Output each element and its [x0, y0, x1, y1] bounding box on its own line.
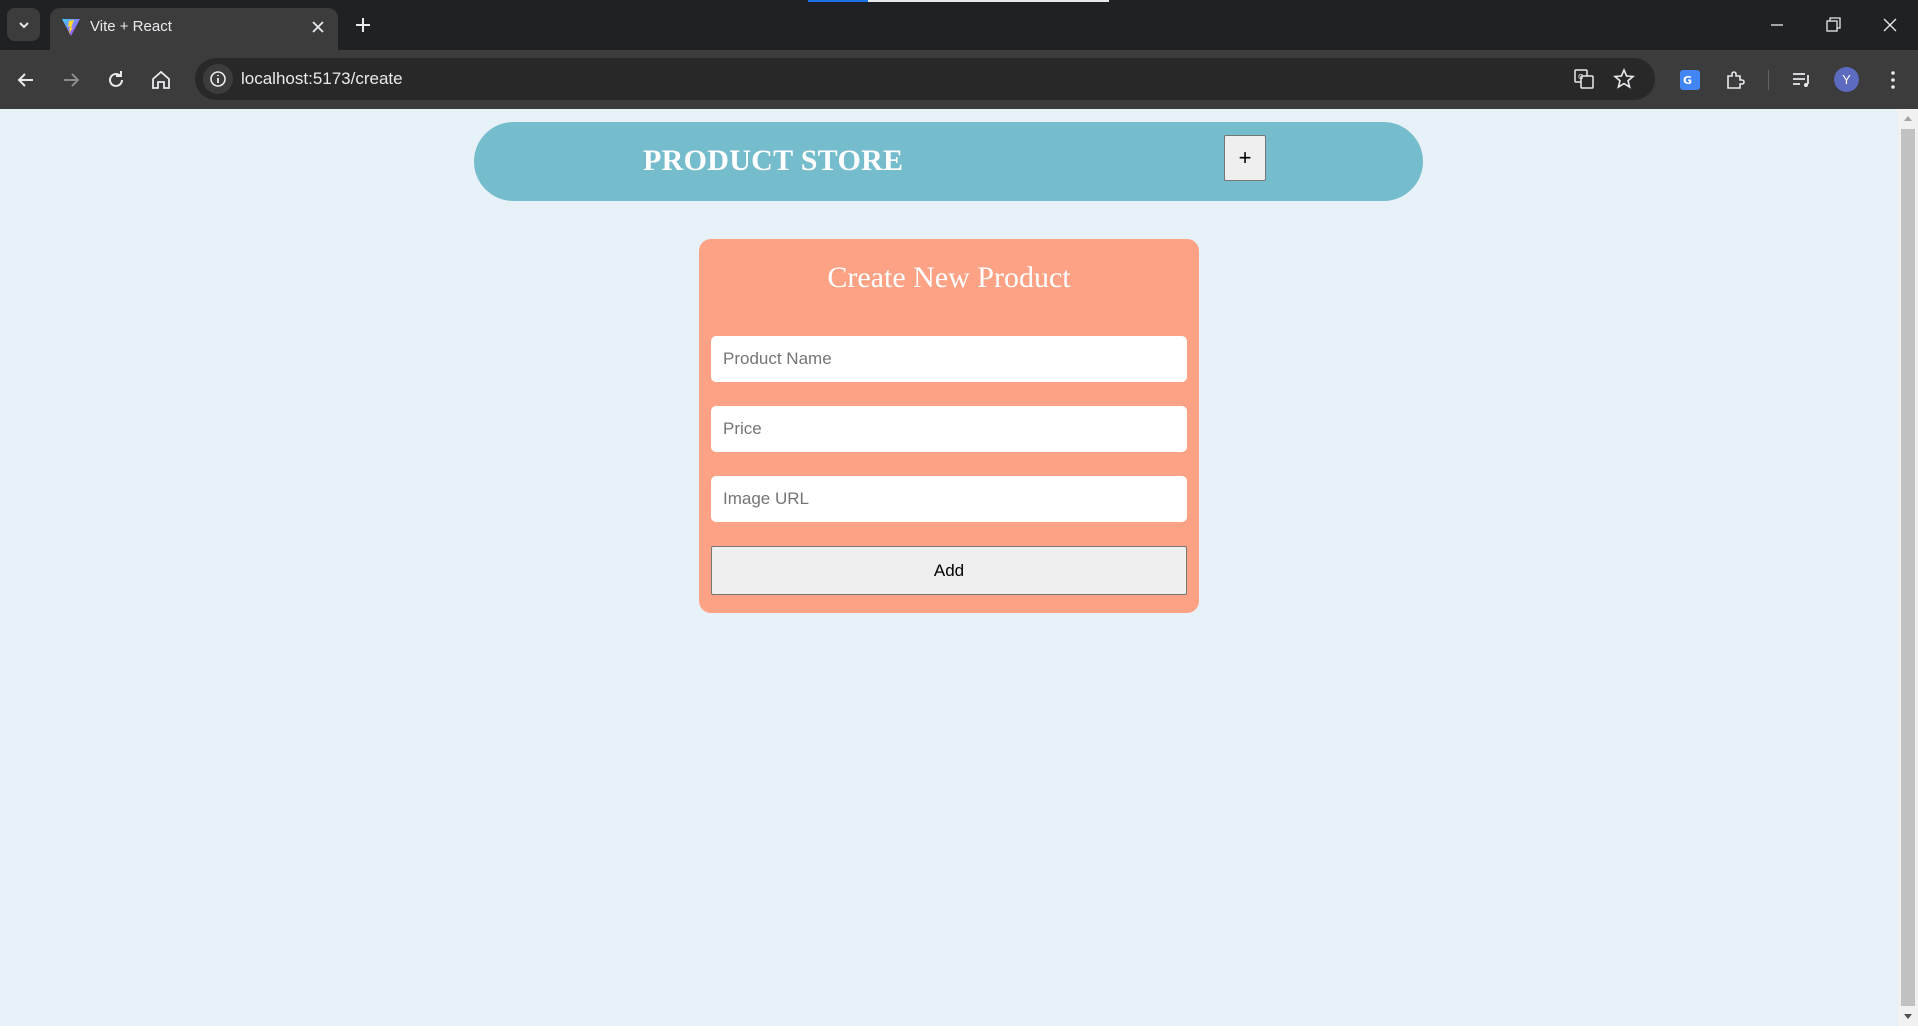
image-url-input[interactable]	[711, 476, 1187, 522]
loading-indicator	[808, 0, 868, 2]
svg-text:G: G	[1683, 74, 1692, 87]
navbar: PRODUCT STORE +	[474, 122, 1423, 201]
create-product-form: Create New Product Add	[699, 239, 1199, 613]
new-tab-icon[interactable]	[352, 14, 374, 36]
close-window-icon[interactable]	[1879, 14, 1901, 36]
google-translate-extension-icon[interactable]: G	[1678, 68, 1702, 92]
close-tab-icon[interactable]	[310, 19, 326, 35]
page-viewport: PRODUCT STORE + Create New Product Add	[0, 109, 1898, 1026]
scroll-down-arrow-icon[interactable]	[1903, 1013, 1913, 1021]
site-info-button[interactable]	[203, 64, 233, 94]
bookmark-star-icon[interactable]	[1612, 67, 1636, 91]
vite-logo-icon	[62, 19, 80, 36]
brand-title[interactable]: PRODUCT STORE	[643, 144, 903, 178]
add-product-button[interactable]: Add	[711, 546, 1187, 595]
forward-arrow-icon[interactable]	[59, 68, 83, 92]
reload-icon[interactable]	[104, 68, 128, 92]
tab-title: Vite + React	[90, 18, 172, 35]
scroll-up-arrow-icon[interactable]	[1903, 114, 1913, 122]
svg-text:G: G	[1578, 73, 1583, 81]
translate-icon[interactable]: G	[1572, 67, 1596, 91]
loading-indicator-track	[868, 0, 1109, 2]
profile-avatar[interactable]: Y	[1834, 67, 1859, 92]
extensions-puzzle-icon[interactable]	[1723, 68, 1747, 92]
form-title: Create New Product	[827, 261, 1071, 294]
tab-search-button[interactable]	[7, 8, 40, 41]
toolbar-divider	[1768, 70, 1769, 90]
address-bar[interactable]: localhost:5173/create G	[195, 58, 1655, 100]
minimize-icon[interactable]	[1766, 14, 1788, 36]
chevron-down-icon	[18, 21, 29, 28]
back-arrow-icon[interactable]	[14, 68, 38, 92]
browser-toolbar: localhost:5173/create G G Y	[0, 50, 1918, 109]
product-name-input[interactable]	[711, 336, 1187, 382]
home-icon[interactable]	[149, 68, 173, 92]
page-scrollbar[interactable]	[1898, 109, 1918, 1026]
media-controls-icon[interactable]	[1790, 68, 1814, 92]
url-text[interactable]: localhost:5173/create	[241, 68, 403, 90]
restore-icon[interactable]	[1822, 14, 1844, 36]
browser-tabstrip: Vite + React	[0, 0, 1918, 50]
info-icon	[210, 71, 226, 87]
scrollbar-thumb[interactable]	[1901, 129, 1915, 1006]
more-menu-icon[interactable]	[1881, 68, 1905, 92]
price-input[interactable]	[711, 406, 1187, 452]
browser-tab-active[interactable]: Vite + React	[50, 8, 338, 50]
create-product-button[interactable]: +	[1224, 135, 1266, 181]
